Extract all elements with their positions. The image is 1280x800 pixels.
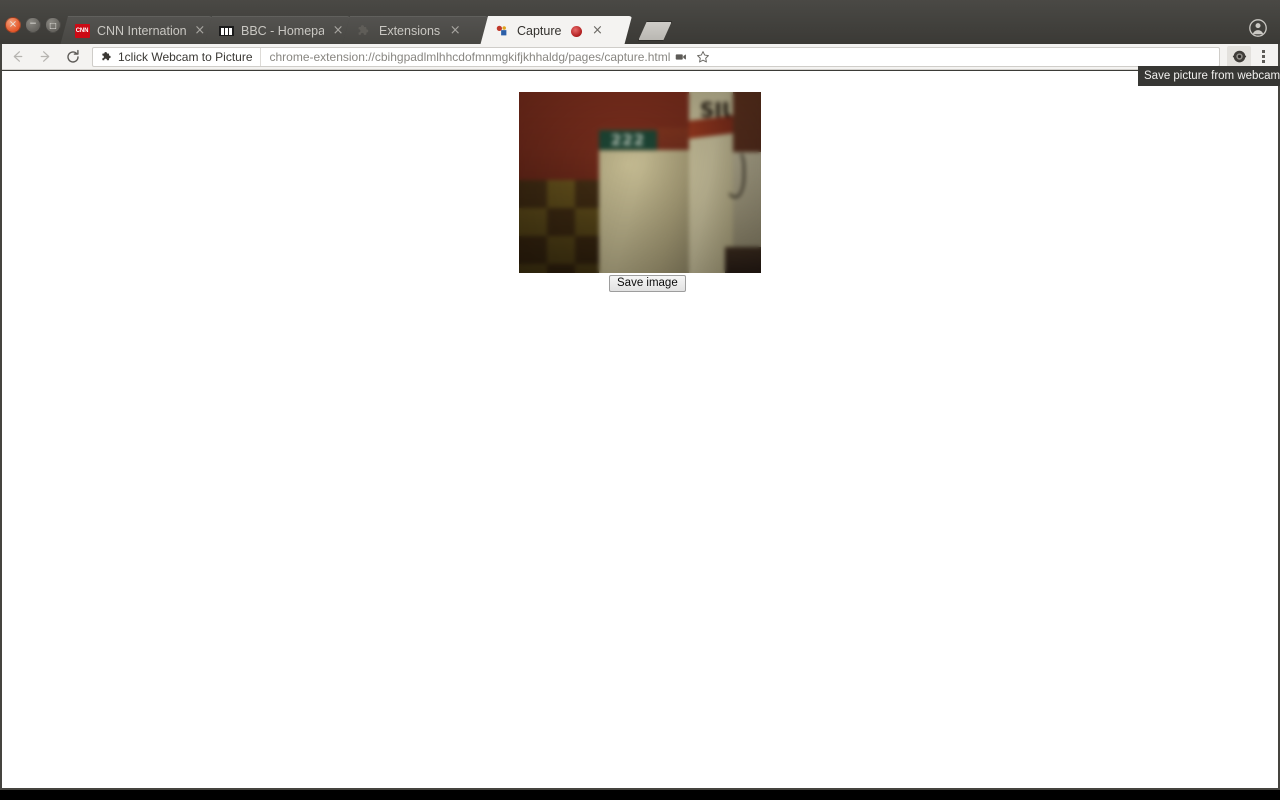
- webcam-icon: [1232, 50, 1246, 63]
- webcam-capture-image: 222 SIU: [519, 92, 761, 273]
- window-maximize-glyph: □: [49, 21, 57, 30]
- window-minimize-glyph: −: [29, 19, 37, 29]
- menu-dot: [1261, 55, 1265, 58]
- forward-button[interactable]: [34, 46, 56, 68]
- window-maximize-button[interactable]: □: [45, 17, 61, 33]
- menu-dot: [1261, 60, 1265, 63]
- window-controls: × − □: [5, 17, 61, 33]
- tab-close-button[interactable]: ×: [448, 24, 462, 38]
- window-minimize-button[interactable]: −: [25, 17, 41, 33]
- bbc-icon: [218, 23, 234, 39]
- toolbar-actions: [1226, 45, 1280, 68]
- bookmark-star-icon[interactable]: [692, 48, 714, 66]
- tab-title: BBC - Homepage: [241, 24, 325, 38]
- window-close-button[interactable]: ×: [5, 17, 21, 33]
- tab-cnn-international[interactable]: CNN CNN International ×: [60, 16, 212, 46]
- new-tab-button[interactable]: [638, 21, 672, 41]
- cnn-icon: CNN: [74, 23, 90, 39]
- tab-strip: × − □ CNN CNN International ×: [0, 0, 1280, 46]
- tab-close-button[interactable]: ×: [590, 24, 604, 38]
- browser-window: × − □ CNN CNN International ×: [0, 0, 1280, 790]
- recording-indicator-icon[interactable]: [571, 26, 582, 37]
- webcam-extension-button[interactable]: [1227, 45, 1251, 68]
- cnn-icon-label: CNN: [75, 24, 90, 38]
- tab-capture[interactable]: Capture ×: [480, 16, 632, 46]
- tab-title: CNN International: [97, 24, 186, 38]
- tab-bbc-homepage[interactable]: BBC - Homepage ×: [204, 16, 350, 46]
- extension-origin-label: 1click Webcam to Picture: [118, 49, 253, 64]
- save-image-button[interactable]: Save image: [609, 275, 686, 292]
- cast-icon[interactable]: [670, 48, 692, 66]
- tab-list: CNN CNN International × BBC - Homepage ×: [60, 16, 672, 46]
- three-dot-menu-icon[interactable]: [1252, 46, 1274, 68]
- reload-button[interactable]: [62, 46, 84, 68]
- tab-title: Extensions: [379, 24, 441, 38]
- address-bar[interactable]: 1click Webcam to Picture chrome-extensio…: [92, 46, 1220, 67]
- page-viewport: 222 SIU Save image: [2, 71, 1278, 788]
- tab-title: Capture: [517, 24, 562, 38]
- photo-vignette: [519, 92, 761, 273]
- back-button[interactable]: [6, 46, 28, 68]
- tooltip: Save picture from webcam: [1138, 66, 1280, 86]
- tab-close-button[interactable]: ×: [332, 24, 344, 38]
- tab-extensions[interactable]: Extensions ×: [342, 16, 488, 46]
- profile-avatar-icon[interactable]: [1244, 16, 1272, 40]
- puzzle-piece-icon: [356, 23, 372, 39]
- tab-close-button[interactable]: ×: [194, 24, 206, 38]
- desktop-background-bar: [0, 790, 1280, 800]
- browser-toolbar: 1click Webcam to Picture chrome-extensio…: [0, 44, 1280, 70]
- window-close-glyph: ×: [8, 19, 18, 30]
- extension-origin-badge: 1click Webcam to Picture: [97, 47, 261, 66]
- capture-icon: [494, 23, 510, 39]
- address-bar-url[interactable]: chrome-extension://cbihgpadlmlhhcdofmnmg…: [261, 50, 671, 64]
- puzzle-piece-icon: [102, 51, 111, 60]
- menu-dot: [1261, 50, 1265, 53]
- window-frame-left: [0, 44, 2, 790]
- bbc-icon-blocks: [219, 26, 234, 36]
